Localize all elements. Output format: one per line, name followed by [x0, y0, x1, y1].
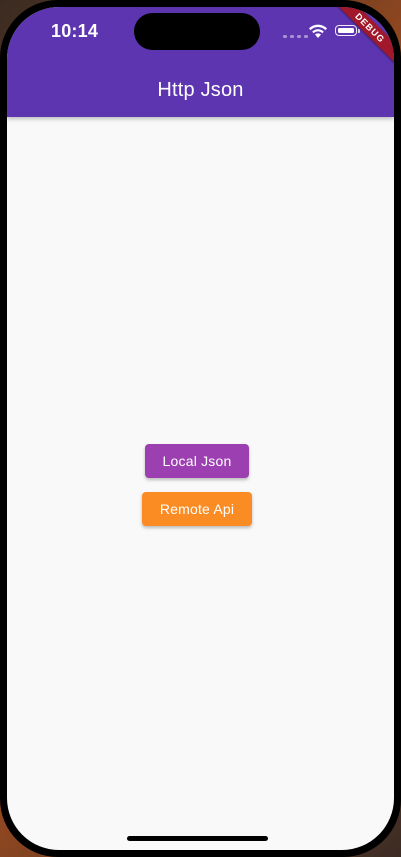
remote-api-button[interactable]: Remote Api — [142, 492, 252, 526]
debug-banner: DEBUG — [324, 7, 394, 77]
dynamic-island — [134, 13, 260, 50]
home-indicator[interactable] — [127, 836, 268, 841]
phone-frame: 10:14 DEBUG Http Json Local Json Remote … — [0, 0, 401, 857]
app-bar: 10:14 DEBUG Http Json — [7, 7, 394, 117]
local-json-button[interactable]: Local Json — [145, 444, 249, 478]
status-time: 10:14 — [51, 21, 99, 41]
app-screen: 10:14 DEBUG Http Json Local Json Remote … — [7, 7, 394, 850]
debug-banner-label: DEBUG — [329, 7, 394, 69]
signal-icon — [283, 35, 308, 38]
page-title: Http Json — [157, 79, 244, 101]
